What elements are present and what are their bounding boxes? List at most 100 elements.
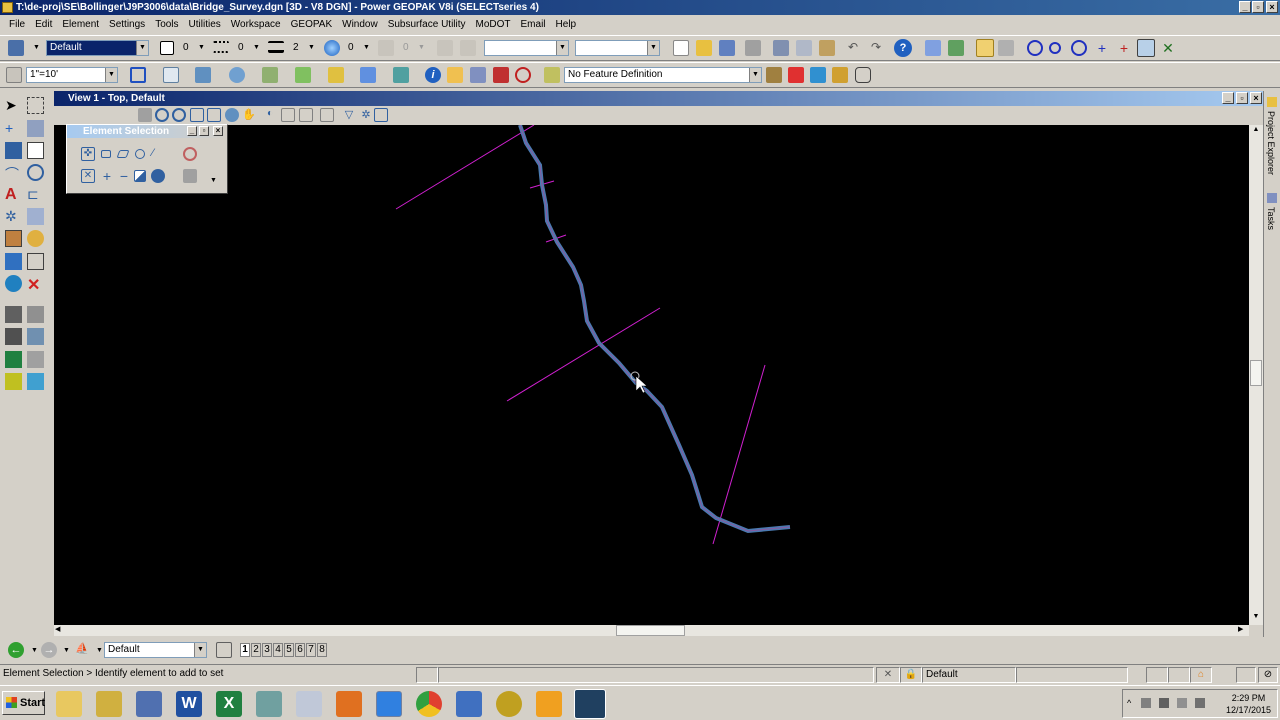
- chevron-down-icon[interactable]: ▼: [253, 44, 260, 51]
- view-tools-icon[interactable]: ✲: [359, 108, 373, 122]
- line-select-icon[interactable]: ⁄: [152, 147, 164, 159]
- chevron-down-icon[interactable]: ▼: [31, 647, 38, 654]
- chevron-down-icon[interactable]: ▼: [210, 177, 217, 184]
- profile-snap-icon[interactable]: [1137, 39, 1155, 57]
- chevron-down-icon[interactable]: ▼: [308, 44, 315, 51]
- tray-app-icon[interactable]: [1195, 698, 1205, 708]
- chevron-down-icon[interactable]: ▼: [105, 68, 117, 82]
- geopak-taskbar-icon[interactable]: [574, 689, 606, 719]
- view-previous-icon[interactable]: ◐: [263, 108, 277, 122]
- snipping-tool-icon[interactable]: [296, 691, 322, 717]
- feature-definition-combo[interactable]: No Feature Definition ▼: [564, 67, 762, 83]
- tags-icon[interactable]: [27, 230, 44, 247]
- view-groups-dialog-icon[interactable]: [216, 642, 232, 658]
- chevron-down-icon[interactable]: ▼: [363, 44, 370, 51]
- outlook-icon[interactable]: [536, 691, 562, 717]
- update-view-icon[interactable]: [138, 108, 152, 122]
- fit-view-icon[interactable]: [207, 108, 221, 122]
- raster-icon[interactable]: [229, 67, 245, 83]
- menu-file[interactable]: File: [4, 16, 30, 34]
- design-file-status-icon[interactable]: [1146, 667, 1168, 683]
- view-attributes-icon[interactable]: [130, 67, 146, 83]
- view-button-7[interactable]: 7: [306, 643, 316, 657]
- chevron-down-icon[interactable]: ▼: [96, 647, 103, 654]
- geopak-road-icon[interactable]: [5, 306, 22, 323]
- circle-select-icon[interactable]: [135, 149, 145, 159]
- cut-icon[interactable]: [773, 40, 789, 56]
- horizontal-scroll-thumb[interactable]: [616, 625, 685, 636]
- pan-view-icon[interactable]: ✋: [242, 108, 256, 122]
- grouping-icon[interactable]: [5, 142, 22, 159]
- xs-snap-icon[interactable]: ✕: [1160, 40, 1176, 56]
- paste-icon[interactable]: [819, 40, 835, 56]
- template-icon[interactable]: [437, 40, 453, 56]
- view-button-6[interactable]: 6: [295, 643, 305, 657]
- active-level-status[interactable]: Default: [922, 667, 1016, 683]
- cross-section-line[interactable]: [395, 125, 535, 210]
- chevron-down-icon[interactable]: ▼: [198, 44, 205, 51]
- scroll-left-icon[interactable]: ◀: [55, 625, 65, 636]
- copy-view-icon[interactable]: [299, 108, 313, 122]
- terrain-model-icon[interactable]: [976, 39, 994, 57]
- chrome-icon[interactable]: [416, 691, 442, 717]
- text-style-combo[interactable]: ▼: [484, 40, 569, 56]
- menu-element[interactable]: Element: [57, 16, 104, 34]
- application-icon[interactable]: [256, 691, 282, 717]
- chevron-down-icon[interactable]: ▼: [418, 44, 425, 51]
- geopak-sun-icon[interactable]: [5, 373, 22, 390]
- active-template-icon[interactable]: [460, 40, 476, 56]
- scroll-up-icon[interactable]: ▲: [1250, 126, 1262, 136]
- levels-icon[interactable]: [262, 67, 278, 83]
- lock-app-icon[interactable]: [96, 691, 122, 717]
- level-combo[interactable]: Default ▼: [46, 40, 149, 56]
- view-display-icon[interactable]: ▽: [342, 108, 356, 122]
- view-button-1[interactable]: 1: [240, 643, 250, 657]
- volume-icon[interactable]: [1141, 698, 1151, 708]
- internet-explorer-icon[interactable]: [376, 691, 402, 717]
- chevron-down-icon[interactable]: ▼: [63, 647, 70, 654]
- chevron-down-icon[interactable]: ▼: [647, 41, 659, 55]
- geopak-bridge-icon[interactable]: [27, 351, 44, 368]
- chevron-down-icon[interactable]: ▼: [136, 41, 148, 55]
- measure-distance-icon[interactable]: [27, 208, 44, 225]
- chevron-down-icon[interactable]: ▼: [749, 68, 761, 82]
- element-selection-title-bar[interactable]: Element Selection _ ▫ ×: [67, 125, 227, 138]
- feature-settings-icon[interactable]: [766, 67, 782, 83]
- print-icon[interactable]: [745, 40, 761, 56]
- element-manipulation-icon[interactable]: +: [5, 120, 22, 137]
- media-player-icon[interactable]: [336, 691, 362, 717]
- clear-selection-icon[interactable]: [183, 147, 197, 161]
- find-icon[interactable]: [447, 67, 463, 83]
- menu-utilities[interactable]: Utilities: [184, 16, 226, 34]
- vertical-scroll-thumb[interactable]: [1250, 360, 1262, 386]
- copy-icon[interactable]: [796, 40, 812, 56]
- dimension-style-combo[interactable]: ▼: [575, 40, 660, 56]
- scroll-right-icon[interactable]: ▶: [1238, 625, 1248, 636]
- view-restore-icon[interactable]: ▫: [1236, 92, 1248, 104]
- rotate-view-icon[interactable]: [225, 108, 239, 122]
- chevron-down-icon[interactable]: ▼: [556, 41, 568, 55]
- chevron-down-icon[interactable]: ▼: [33, 44, 40, 51]
- globe-icon[interactable]: [5, 275, 22, 292]
- cancel-status-icon[interactable]: ⊘: [1258, 667, 1278, 683]
- contour-icon[interactable]: [998, 40, 1014, 56]
- tasks-tab[interactable]: Tasks: [1266, 207, 1276, 230]
- line-style-icon[interactable]: [213, 41, 229, 53]
- selection-arrow-icon[interactable]: ➤: [5, 97, 22, 114]
- menu-window[interactable]: Window: [337, 16, 383, 34]
- scroll-down-icon[interactable]: ▼: [1250, 613, 1262, 623]
- view-close-icon[interactable]: ×: [1250, 92, 1262, 104]
- close-icon[interactable]: ×: [1266, 1, 1278, 13]
- zoom-in-icon[interactable]: [155, 108, 169, 122]
- message-center-icon[interactable]: [416, 667, 438, 683]
- window-area-icon[interactable]: [190, 108, 204, 122]
- chevron-down-icon[interactable]: ▼: [194, 643, 206, 657]
- view-settings-icon[interactable]: [374, 108, 388, 122]
- view-button-3[interactable]: 3: [262, 643, 272, 657]
- new-set-icon[interactable]: ✕: [81, 169, 95, 183]
- dialog-maximize-icon[interactable]: ▫: [199, 126, 209, 136]
- redo-icon[interactable]: ↷: [868, 40, 884, 56]
- new-file-icon[interactable]: [673, 40, 689, 56]
- dialog-minimize-icon[interactable]: _: [187, 126, 197, 136]
- sync-status-icon[interactable]: [1168, 667, 1190, 683]
